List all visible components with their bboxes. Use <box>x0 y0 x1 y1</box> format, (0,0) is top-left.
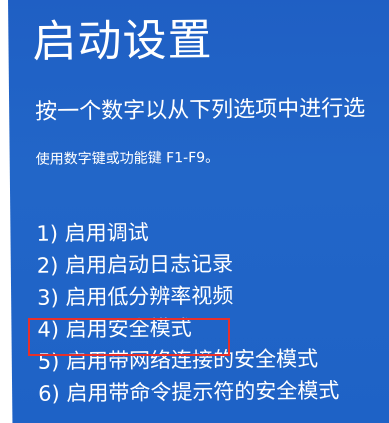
startup-settings-screen: 启动设置 按一个数字以从下列选项中进行选 使用数字键或功能键 F1-F9。 1)… <box>8 0 389 423</box>
option-enable-boot-logging[interactable]: 2) 启用启动日志记录 <box>37 247 339 282</box>
option-enable-low-resolution-video[interactable]: 3) 启用低分辨率视频 <box>37 279 339 314</box>
option-enable-safe-mode-command-prompt[interactable]: 6) 启用带命令提示符的安全模式 <box>38 375 340 410</box>
startup-options-list: 1) 启用调试 2) 启用启动日志记录 3) 启用低分辨率视频 4) 启用安全模… <box>36 215 339 410</box>
photo-frame: 启动设置 按一个数字以从下列选项中进行选 使用数字键或功能键 F1-F9。 1)… <box>0 0 389 423</box>
instruction-text: 按一个数字以从下列选项中进行选 <box>35 96 366 125</box>
safe-mode-highlight-box <box>28 318 230 356</box>
key-hint-text: 使用数字键或功能键 F1-F9。 <box>35 149 220 168</box>
page-title: 启动设置 <box>32 14 213 68</box>
option-enable-debugging[interactable]: 1) 启用调试 <box>36 215 338 250</box>
